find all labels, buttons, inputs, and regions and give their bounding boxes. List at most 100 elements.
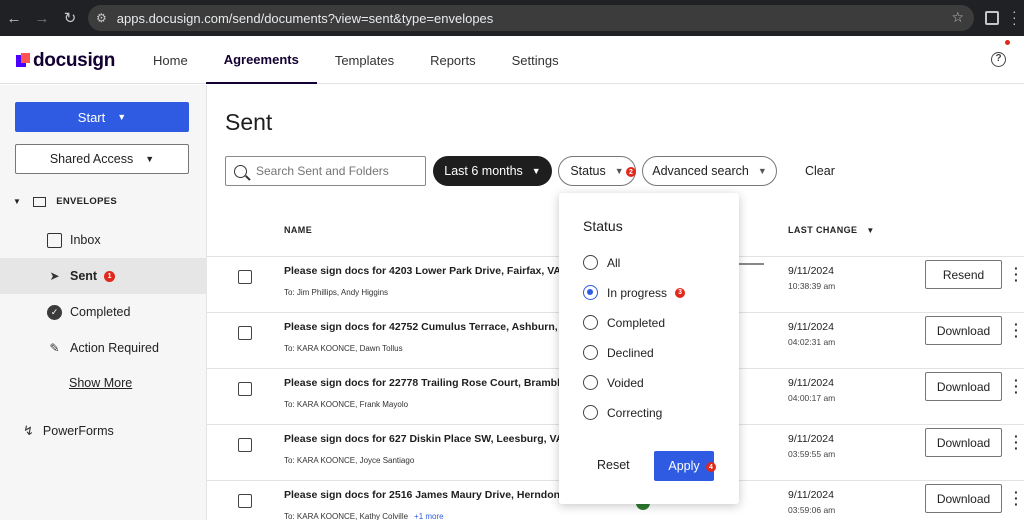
sent-badge: 1 bbox=[104, 270, 116, 282]
radio-button[interactable] bbox=[583, 255, 598, 270]
tab-templates[interactable]: Templates bbox=[317, 36, 412, 84]
status-option-all[interactable]: All bbox=[583, 255, 620, 270]
envelopes-section-header[interactable]: ▼ ENVELOPES bbox=[13, 196, 117, 207]
more-options-icon[interactable]: · · · bbox=[1014, 261, 1019, 287]
browser-menu-icon[interactable]: · · · bbox=[1012, 4, 1017, 30]
status-filter[interactable]: Status ▼ bbox=[558, 156, 636, 186]
pen-icon: ✎ bbox=[49, 341, 60, 355]
show-more-link[interactable]: Show More bbox=[69, 376, 132, 390]
status-option-label: Declined bbox=[607, 345, 654, 360]
back-icon[interactable]: ← bbox=[0, 0, 28, 36]
tab-home[interactable]: Home bbox=[135, 36, 206, 84]
download-button[interactable]: Download bbox=[925, 484, 1002, 513]
logo-mark-icon bbox=[16, 53, 30, 69]
envelope-recipients: To: KARA KOONCE, Frank Mayolo bbox=[284, 400, 408, 409]
sidebar-item-powerforms[interactable]: ↯ PowerForms bbox=[23, 423, 114, 439]
row-date: 9/11/2024 bbox=[788, 321, 834, 333]
lightning-icon: ↯ bbox=[23, 423, 34, 438]
sidebar-item-action-required[interactable]: ✎ Action Required bbox=[0, 330, 207, 366]
sidebar-item-label: Action Required bbox=[70, 341, 159, 355]
browser-chrome: ← → ↻ ⚙ apps.docusign.com/send/documents… bbox=[0, 0, 1024, 36]
recipients-text: To: KARA KOONCE, Kathy Colville bbox=[284, 512, 409, 520]
recipients-text: To: KARA KOONCE, Dawn Tollus bbox=[284, 344, 403, 353]
more-options-icon[interactable]: · · · bbox=[1014, 317, 1019, 343]
tab-reports[interactable]: Reports bbox=[412, 36, 494, 84]
row-checkbox[interactable] bbox=[238, 382, 252, 396]
reload-icon[interactable]: ↻ bbox=[56, 0, 84, 36]
date-range-filter[interactable]: Last 6 months ▼ bbox=[433, 156, 552, 186]
logo-text: docusign bbox=[33, 50, 116, 71]
status-option-label: Completed bbox=[607, 315, 666, 330]
row-checkbox[interactable] bbox=[238, 270, 252, 284]
shared-access-label: Shared Access bbox=[49, 152, 134, 166]
date-range-label: Last 6 months bbox=[444, 164, 523, 178]
notification-dot bbox=[1005, 40, 1010, 45]
sidebar-item-sent[interactable]: ➤ Sent 1 bbox=[0, 258, 207, 294]
status-dropdown-title: Status bbox=[583, 218, 623, 234]
status-option-correcting[interactable]: Correcting bbox=[583, 405, 662, 420]
bookmark-star-icon[interactable]: ☆ bbox=[951, 9, 964, 26]
download-button[interactable]: Download bbox=[925, 428, 1002, 457]
row-time: 03:59:06 am bbox=[788, 505, 836, 515]
address-bar[interactable]: ⚙ apps.docusign.com/send/documents?view=… bbox=[88, 5, 974, 31]
top-navigation: Home Agreements Templates Reports Settin… bbox=[135, 36, 577, 84]
envelope-recipients: To: KARA KOONCE, Kathy Colville +1 more bbox=[284, 512, 444, 520]
row-checkbox[interactable] bbox=[238, 494, 252, 508]
help-icon[interactable]: ? bbox=[991, 52, 1006, 67]
collapse-triangle-icon: ▼ bbox=[13, 197, 22, 206]
radio-button[interactable] bbox=[583, 375, 598, 390]
caret-down-icon: ▼ bbox=[531, 166, 541, 176]
extensions-icon[interactable] bbox=[985, 11, 999, 25]
inbox-icon bbox=[47, 232, 62, 248]
sidebar: Start ▼ Shared Access ▼ ▼ ENVELOPES Inbo… bbox=[0, 85, 207, 520]
status-filter-dropdown: Status All In progress 3 Completed Decli… bbox=[559, 193, 739, 504]
sidebar-item-label: Completed bbox=[70, 305, 131, 319]
sidebar-item-completed[interactable]: ✓ Completed bbox=[0, 294, 207, 330]
start-button[interactable]: Start ▼ bbox=[15, 102, 189, 132]
apply-button[interactable]: Apply bbox=[654, 451, 714, 481]
start-button-label: Start bbox=[77, 109, 106, 125]
status-option-voided[interactable]: Voided bbox=[583, 375, 644, 390]
site-settings-icon[interactable]: ⚙ bbox=[96, 11, 107, 25]
status-option-declined[interactable]: Declined bbox=[583, 345, 654, 360]
radio-button-selected[interactable] bbox=[583, 285, 598, 300]
row-checkbox[interactable] bbox=[238, 438, 252, 452]
status-filter-badge: 2 bbox=[626, 167, 636, 177]
search-box[interactable] bbox=[225, 156, 426, 186]
download-button[interactable]: Download bbox=[925, 316, 1002, 345]
radio-button[interactable] bbox=[583, 345, 598, 360]
reset-button[interactable]: Reset bbox=[597, 458, 630, 472]
tab-agreements[interactable]: Agreements bbox=[205, 36, 317, 84]
send-icon: ➤ bbox=[49, 269, 60, 283]
caret-down-icon: ▼ bbox=[145, 154, 155, 164]
download-button[interactable]: Download bbox=[925, 372, 1002, 401]
radio-button[interactable] bbox=[583, 315, 598, 330]
resend-button[interactable]: Resend bbox=[925, 260, 1002, 289]
advanced-search-button[interactable]: Advanced search ▼ bbox=[642, 156, 777, 186]
more-options-icon[interactable]: · · · bbox=[1014, 485, 1019, 511]
app-header: docusign Home Agreements Templates Repor… bbox=[0, 36, 1024, 84]
envelopes-label: ENVELOPES bbox=[56, 196, 117, 207]
search-input[interactable] bbox=[256, 164, 416, 178]
more-options-icon[interactable]: · · · bbox=[1014, 373, 1019, 399]
radio-button[interactable] bbox=[583, 405, 598, 420]
caret-down-icon: ▼ bbox=[117, 112, 127, 122]
status-option-completed[interactable]: Completed bbox=[583, 315, 665, 330]
sidebar-item-inbox[interactable]: Inbox bbox=[0, 222, 207, 258]
row-date: 9/11/2024 bbox=[788, 489, 834, 501]
docusign-logo[interactable]: docusign bbox=[16, 50, 115, 72]
clear-button[interactable]: Clear bbox=[805, 164, 835, 178]
advanced-search-label: Advanced search bbox=[652, 164, 749, 178]
caret-down-icon: ▼ bbox=[757, 166, 767, 176]
shared-access-button[interactable]: Shared Access ▼ bbox=[15, 144, 189, 174]
forward-icon[interactable]: → bbox=[28, 0, 56, 36]
status-option-label: Voided bbox=[607, 375, 644, 390]
tab-settings[interactable]: Settings bbox=[494, 36, 577, 84]
column-header-last-change[interactable]: LAST CHANGE ▼ bbox=[788, 225, 875, 235]
row-time: 03:59:55 am bbox=[788, 449, 836, 459]
more-recipients-link[interactable]: +1 more bbox=[414, 512, 444, 520]
column-header-name[interactable]: NAME bbox=[284, 225, 312, 235]
more-options-icon[interactable]: · · · bbox=[1014, 429, 1019, 455]
row-checkbox[interactable] bbox=[238, 326, 252, 340]
status-option-in-progress[interactable]: In progress 3 bbox=[583, 285, 686, 300]
